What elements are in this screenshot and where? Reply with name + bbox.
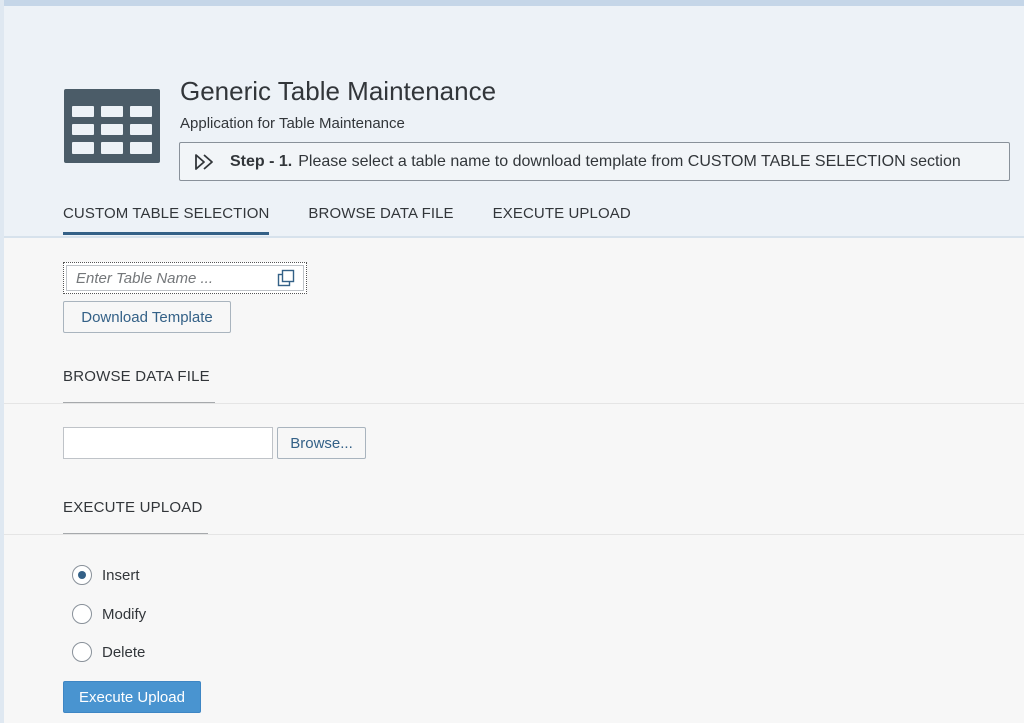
execute-section-rule [4, 534, 1024, 535]
browse-section-rule [4, 403, 1024, 404]
step-text: Please select a table name to download t… [298, 152, 961, 170]
radio-label-modify: Modify [102, 605, 147, 623]
radio-button-insert[interactable] [72, 565, 92, 585]
radio-insert[interactable]: Insert [72, 565, 140, 585]
browse-button[interactable]: Browse... [277, 427, 366, 459]
table-name-field [63, 262, 307, 294]
table-name-input[interactable] [76, 269, 277, 287]
page-subtitle: Application for Table Maintenance [180, 115, 405, 132]
table-name-input-box [66, 265, 304, 291]
value-help-icon[interactable] [277, 269, 295, 287]
tab-browse-data-file[interactable]: BROWSE DATA FILE [308, 205, 453, 235]
step-message-strip: Step - 1. Please select a table name to … [179, 142, 1010, 181]
execute-upload-button[interactable]: Execute Upload [63, 681, 201, 713]
tab-custom-table-selection[interactable]: CUSTOM TABLE SELECTION [63, 205, 270, 235]
radio-button-modify[interactable] [72, 604, 92, 624]
radio-modify[interactable]: Modify [72, 604, 146, 624]
radio-button-delete[interactable] [72, 642, 92, 662]
table-icon [64, 89, 160, 163]
radio-label-delete: Delete [102, 643, 146, 661]
anchor-bar: CUSTOM TABLE SELECTION BROWSE DATA FILE … [63, 205, 670, 235]
browse-section-title: BROWSE DATA FILE [63, 368, 210, 385]
double-chevron-right-icon [195, 153, 213, 170]
step-prefix: Step - 1. [230, 152, 293, 170]
execute-section-title: EXECUTE UPLOAD [63, 499, 203, 516]
radio-label-insert: Insert [102, 566, 140, 584]
download-template-button[interactable]: Download Template [63, 301, 231, 333]
file-path-input[interactable] [63, 427, 273, 459]
radio-delete[interactable]: Delete [72, 642, 145, 662]
tab-execute-upload[interactable]: EXECUTE UPLOAD [493, 205, 631, 235]
page-title: Generic Table Maintenance [180, 76, 497, 106]
